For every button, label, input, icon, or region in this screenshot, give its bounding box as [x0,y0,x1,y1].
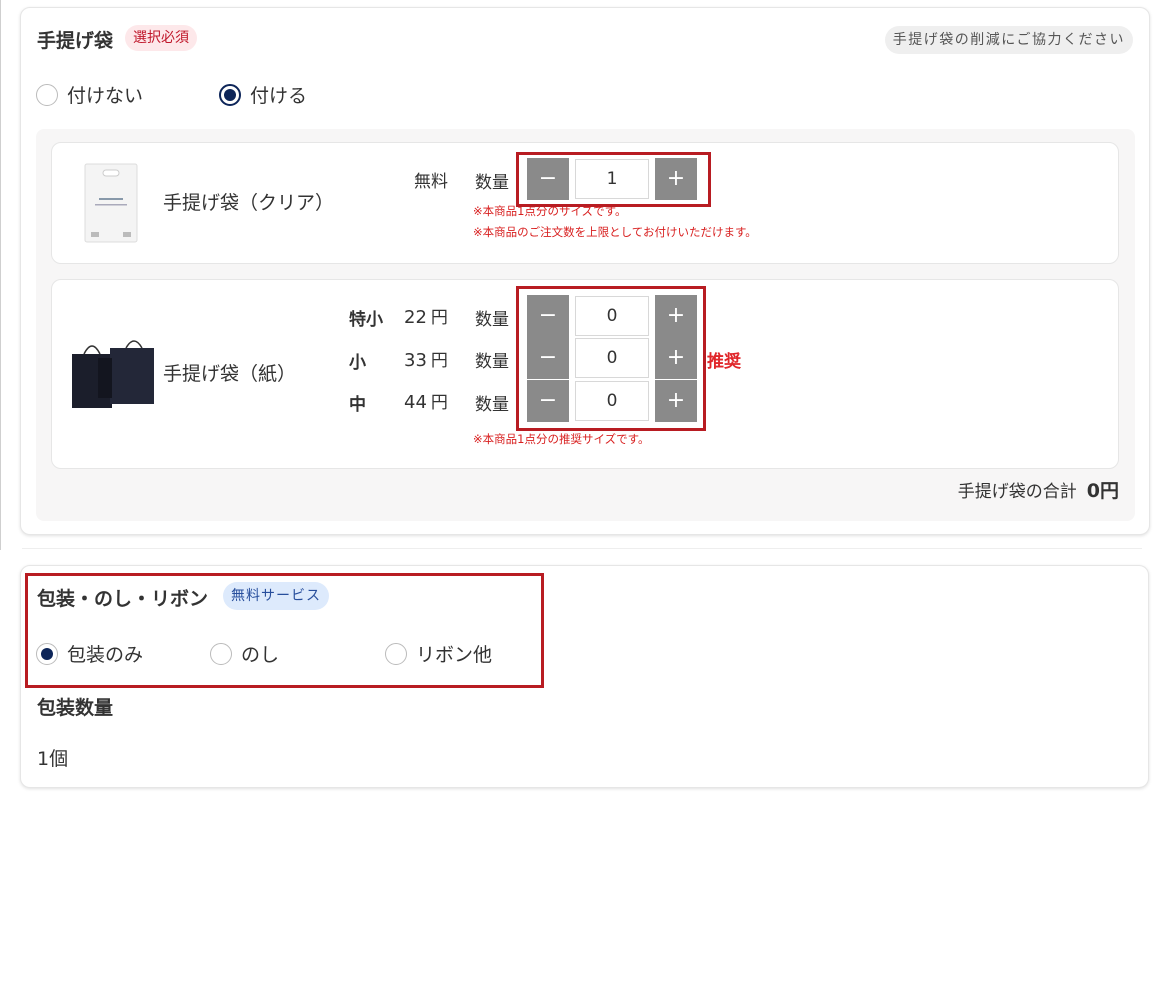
paper-bag-name: 手提げ袋（紙） [163,363,297,385]
increment-button[interactable]: + [655,295,697,337]
radio-unchecked-icon[interactable] [210,642,232,665]
decrement-button[interactable]: − [527,337,569,379]
increment-button[interactable]: + [655,380,697,422]
clear-bag-image [84,163,138,243]
increment-button[interactable]: + [655,337,697,379]
radio-checked-icon[interactable] [219,83,241,106]
increment-button[interactable]: + [655,158,697,200]
qty-label-xs: 数量 [475,310,509,330]
bag-section-title: 手提げ袋 [37,30,114,52]
paper-s-quantity-stepper: − + [527,337,697,379]
paper-xs-quantity-input[interactable] [575,296,649,336]
radio-unchecked-icon[interactable] [385,642,407,665]
paper-m-quantity-stepper: − + [527,380,697,422]
clear-bag-quantity-input[interactable] [575,159,649,199]
paper-bag-item: 手提げ袋（紙） 特小 22円 数量 − + 小 33円 数量 − + 推奨 中 … [51,279,1119,469]
clear-bag-quantity-stepper: − + [527,158,697,200]
clear-bag-size-note: ※本商品1点分のサイズです。 [473,204,627,218]
qty-label-s: 数量 [475,352,509,372]
price-m: 44 円 [404,388,448,413]
bag-total-label: 手提げ袋の合計 [957,482,1077,502]
paper-bag-size-note: ※本商品1点分の推奨サイズです。 [473,432,650,446]
paper-m-quantity-input[interactable] [575,381,649,421]
bag-option-none-label: 付けない [67,85,144,107]
price-s: 33 円 [404,346,448,371]
radio-checked-icon[interactable] [36,642,58,665]
shopping-bag-section: 手提げ袋 選択必須 手提げ袋の削減にご協力ください 付けない 付ける 手提げ袋（… [20,7,1150,535]
free-service-badge: 無料サービス [223,582,329,610]
wrap-option-ribbon[interactable]: リボン他 [385,640,492,667]
clear-bag-item: 手提げ袋（クリア） 無料 数量 − + ※本商品1点分のサイズです。 ※本商品の… [51,142,1119,264]
clear-bag-name: 手提げ袋（クリア） [163,192,335,214]
clear-bag-limit-note: ※本商品のご注文数を上限としてお付けいただけます。 [473,225,757,239]
wrap-option-ribbon-label: リボン他 [416,644,493,666]
bag-option-none[interactable]: 付けない [36,81,143,108]
wrap-quantity-value: 1個 [37,748,69,770]
wrap-quantity-title: 包装数量 [37,697,114,719]
decrement-button[interactable]: − [527,295,569,337]
wrap-option-wrap-only-label: 包装のみ [67,644,144,666]
recommended-label: 推奨 [707,352,741,372]
paper-bag-image [72,340,154,408]
paper-xs-quantity-stepper: − + [527,295,697,337]
price-xs-value: 22 [404,307,427,328]
size-label-xs: 特小 [349,310,383,330]
yen-unit: 円 [430,393,448,413]
bag-total: 手提げ袋の合計 0円 [958,476,1119,503]
wrapping-section-title: 包装・のし・リボン [37,588,209,610]
yen-unit: 円 [430,308,448,328]
wrap-option-noshi[interactable]: のし [210,640,279,667]
required-badge: 選択必須 [125,25,197,51]
yen-unit: 円 [430,351,448,371]
price-xs: 22 円 [404,303,448,328]
qty-label-m: 数量 [475,395,509,415]
size-label-m: 中 [349,395,366,415]
clear-bag-qty-label: 数量 [475,173,509,193]
clear-bag-price: 無料 [414,172,448,192]
wrapping-section: 包装・のし・リボン 無料サービス 包装のみ のし リボン他 包装数量 1個 [20,565,1149,788]
price-m-value: 44 [404,392,427,413]
section-divider [22,548,1142,549]
bag-total-value: 0円 [1086,480,1119,502]
size-label-s: 小 [349,353,366,373]
bag-option-add-label: 付ける [250,85,308,107]
left-border-line [0,0,1,550]
bag-option-add[interactable]: 付ける [219,81,307,108]
radio-unchecked-icon[interactable] [36,83,58,106]
wrap-option-noshi-label: のし [241,644,280,666]
wrap-option-wrap-only[interactable]: 包装のみ [36,640,143,667]
paper-s-quantity-input[interactable] [575,338,649,378]
decrement-button[interactable]: − [527,380,569,422]
decrement-button[interactable]: − [527,158,569,200]
price-s-value: 33 [404,350,427,371]
bag-options-panel: 手提げ袋（クリア） 無料 数量 − + ※本商品1点分のサイズです。 ※本商品の… [36,129,1135,521]
reduce-bag-note: 手提げ袋の削減にご協力ください [884,26,1133,54]
